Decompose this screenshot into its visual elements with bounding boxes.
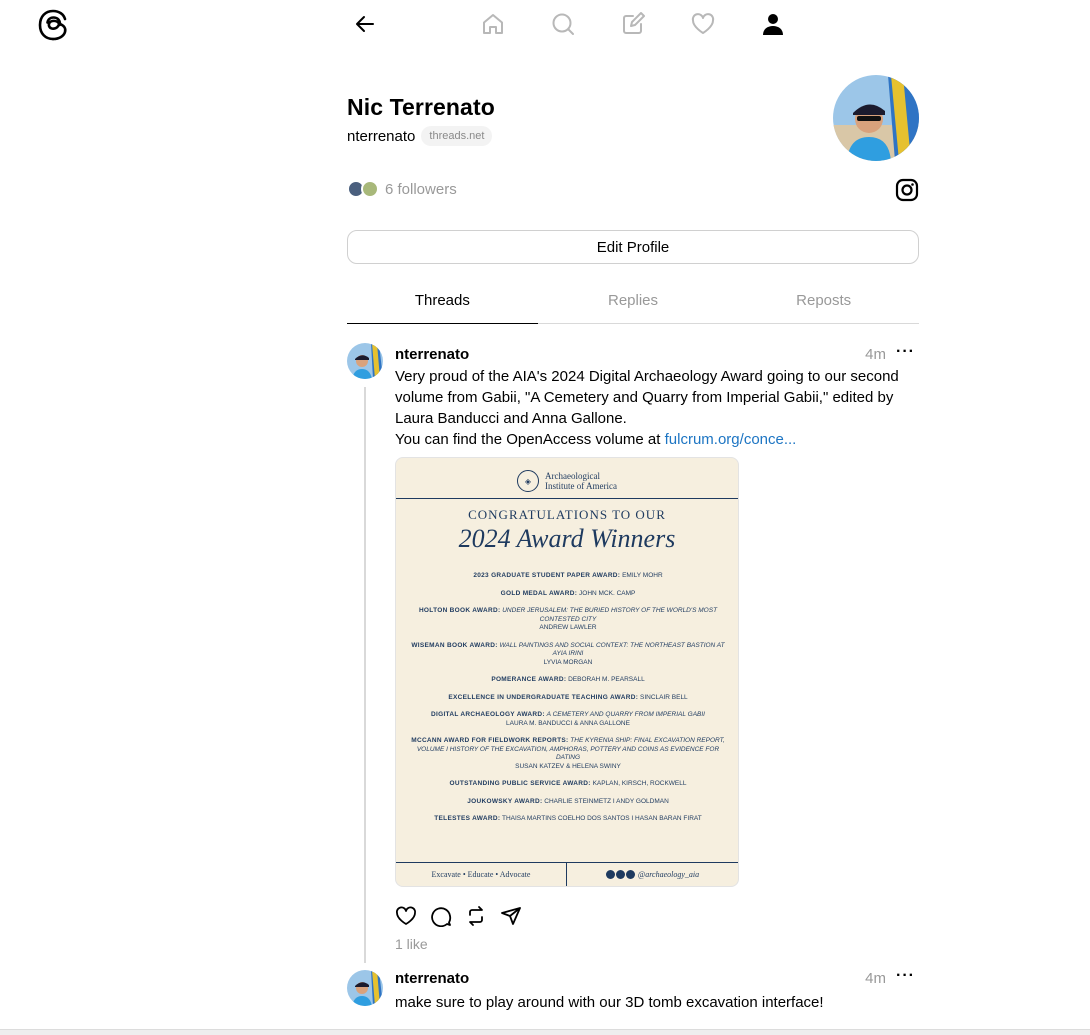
threads-logo-icon[interactable] — [36, 8, 70, 42]
handle-row: nterrenato threads.net — [347, 126, 493, 146]
awards-list: 2023 GRADUATE STUDENT PAPER AWARD: EMILY… — [406, 572, 730, 833]
profile-handle: nterrenato — [347, 127, 416, 145]
award-entry: JOUKOWSKY AWARD: CHARLIE STEINMETZ I AND… — [406, 798, 730, 807]
heart-icon[interactable] — [685, 6, 721, 42]
award-name: 2023 GRADUATE STUDENT PAPER AWARD: — [473, 572, 621, 579]
horizontal-scrollbar[interactable] — [0, 1029, 1090, 1035]
post-avatar[interactable] — [347, 970, 383, 1006]
post-text-line2: You can find the OpenAccess volume at — [395, 431, 665, 448]
award-winner: JOHN MCK. CAMP — [579, 589, 636, 597]
aia-name-line2: Institute of America — [545, 481, 617, 491]
more-options-icon[interactable]: ··· — [896, 343, 915, 361]
award-winner: SINCLAIR BELL — [639, 693, 688, 701]
award-name: MCCANN AWARD FOR FIELDWORK REPORTS: — [411, 737, 569, 744]
tab-threads[interactable]: Threads — [347, 278, 538, 324]
search-icon[interactable] — [545, 6, 581, 42]
award-entry: EXCELLENCE IN UNDERGRADUATE TEACHING AWA… — [406, 694, 730, 703]
award-work: UNDER JERUSALEM: THE BURIED HISTORY OF T… — [502, 607, 718, 623]
award-name: JOUKOWSKY AWARD: — [467, 797, 543, 805]
facebook-icon — [605, 870, 615, 879]
award-winner: CHARLIE STEINMETZ I ANDY GOLDMAN — [544, 797, 669, 805]
repost-icon[interactable] — [465, 904, 500, 928]
award-entry: MCCANN AWARD FOR FIELDWORK REPORTS: THE … — [406, 737, 730, 771]
divider — [396, 498, 738, 499]
profile-tabs: Threads Replies Reposts — [347, 278, 919, 324]
post-username[interactable]: nterrenato — [395, 970, 469, 987]
award-winner: DEBORAH M. PEARSALL — [568, 676, 645, 683]
award-winner: KAPLAN, KIRSCH, ROCKWELL — [592, 780, 687, 787]
award-winner: LYVIA MORGAN — [543, 658, 593, 666]
post-text: make sure to play around with our 3D tom… — [395, 994, 824, 1011]
award-winner: LAURA M. BANDUCCI & ANNA GALLONE — [506, 719, 630, 727]
thread-post: nterrenato 4m ··· make sure to play arou… — [347, 967, 919, 1030]
twitter-icon — [625, 870, 635, 879]
poster-handle: @archaeology_aia — [637, 870, 700, 879]
award-entry: DIGITAL ARCHAEOLOGY AWARD: A CEMETERY AN… — [406, 711, 730, 728]
award-entry: HOLTON BOOK AWARD: UNDER JERUSALEM: THE … — [406, 607, 730, 633]
aia-name: Archaeological Institute of America — [545, 471, 617, 491]
award-name: WISEMAN BOOK AWARD: — [411, 641, 498, 649]
instagram-icon — [615, 870, 625, 879]
post-actions — [395, 904, 535, 928]
award-work: WALL PAINTINGS AND SOCIAL CONTEXT: THE N… — [499, 641, 725, 658]
poster-tagline: Excavate • Educate • Advocate — [396, 863, 567, 886]
award-name: EXCELLENCE IN UNDERGRADUATE TEACHING AWA… — [448, 693, 639, 701]
award-winner: ANDREW LAWLER — [539, 624, 597, 631]
home-icon[interactable] — [475, 6, 511, 42]
aia-seal-icon: ◈ — [517, 470, 539, 492]
award-entry: OUTSTANDING PUBLIC SERVICE AWARD: KAPLAN… — [406, 780, 730, 789]
award-winner: SUSAN KATZEV & HELENA SWINY — [515, 762, 621, 770]
award-entry: WISEMAN BOOK AWARD: WALL PAINTINGS AND S… — [406, 642, 730, 668]
more-options-icon[interactable]: ··· — [896, 967, 915, 985]
followers-row[interactable]: 6 followers — [347, 180, 457, 198]
award-entry: GOLD MEDAL AWARD: JOHN MCK. CAMP — [406, 590, 730, 599]
back-arrow-icon[interactable] — [347, 6, 383, 42]
award-winner: THAISA MARTINS COELHO DOS SANTOS I HASAN… — [501, 815, 702, 822]
post-timestamp: 4m — [865, 970, 886, 987]
award-name: HOLTON BOOK AWARD: — [418, 607, 501, 614]
edit-profile-button[interactable]: Edit Profile — [347, 230, 919, 264]
follower-avatar — [361, 180, 379, 198]
award-name: TELESTES AWARD: — [434, 815, 501, 822]
like-count[interactable]: 1 like — [395, 936, 428, 952]
post-body: Very proud of the AIA's 2024 Digital Arc… — [395, 366, 915, 450]
domain-badge[interactable]: threads.net — [421, 126, 493, 146]
tab-replies[interactable]: Replies — [538, 278, 729, 323]
like-icon[interactable] — [395, 904, 430, 928]
post-image[interactable]: ◈ Archaeological Institute of America CO… — [395, 457, 739, 887]
post-username[interactable]: nterrenato — [395, 346, 469, 363]
award-name: DIGITAL ARCHAEOLOGY AWARD: — [431, 711, 545, 718]
post-avatar[interactable] — [347, 343, 383, 379]
thread-line — [364, 387, 366, 963]
aia-header: ◈ Archaeological Institute of America — [396, 466, 738, 496]
profile-display-name: Nic Terrenato — [347, 94, 495, 120]
award-name: OUTSTANDING PUBLIC SERVICE AWARD: — [449, 780, 591, 787]
compose-icon[interactable] — [615, 6, 651, 42]
award-name: GOLD MEDAL AWARD: — [500, 589, 578, 597]
post-text: Very proud of the AIA's 2024 Digital Arc… — [395, 368, 899, 427]
instagram-icon[interactable] — [895, 178, 919, 202]
reply-icon[interactable] — [430, 904, 465, 928]
follower-avatars — [347, 180, 381, 198]
post-timestamp: 4m — [865, 346, 886, 363]
award-entry: POMERANCE AWARD: DEBORAH M. PEARSALL — [406, 676, 730, 685]
award-entry: TELESTES AWARD: THAISA MARTINS COELHO DO… — [406, 815, 730, 824]
poster-congrats: CONGRATULATIONS TO OUR — [468, 507, 666, 522]
aia-name-line1: Archaeological — [545, 471, 600, 481]
followers-count[interactable]: 6 followers — [385, 181, 457, 198]
share-icon[interactable] — [500, 904, 535, 928]
tab-reposts[interactable]: Reposts — [728, 278, 919, 323]
post-link[interactable]: fulcrum.org/conce... — [665, 431, 797, 448]
profile-icon[interactable] — [755, 6, 791, 42]
top-navigation — [347, 6, 797, 42]
award-name: POMERANCE AWARD: — [491, 676, 567, 683]
award-entry: 2023 GRADUATE STUDENT PAPER AWARD: EMILY… — [406, 572, 730, 581]
award-winner: EMILY MOHR — [622, 572, 663, 579]
poster-footer: Excavate • Educate • Advocate @archaeolo… — [396, 862, 738, 886]
thread-post: nterrenato 4m ··· Very proud of the AIA'… — [347, 343, 919, 963]
award-work: A CEMETERY AND QUARRY FROM IMPERIAL GABI… — [546, 711, 705, 718]
profile-avatar[interactable] — [833, 75, 919, 161]
poster-title: 2024 Award Winners — [458, 524, 676, 553]
poster-social: @archaeology_aia — [567, 870, 738, 879]
